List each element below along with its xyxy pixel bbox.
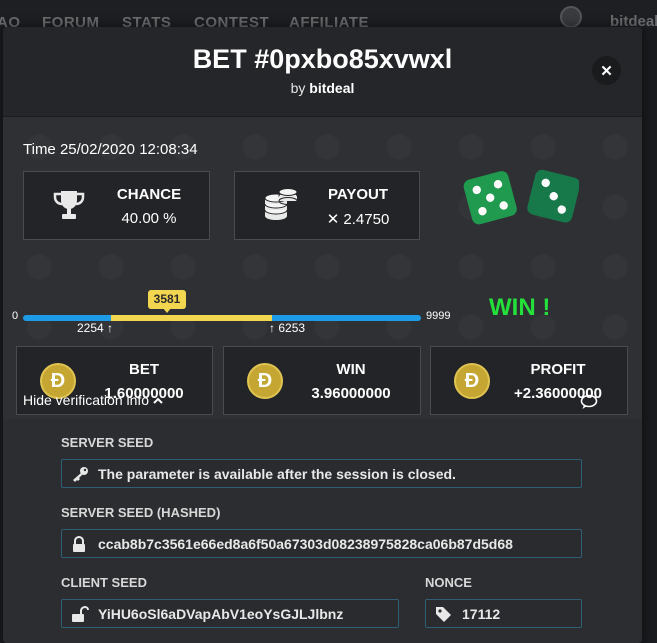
- verification-panel: SERVER SEED The parameter is available a…: [3, 419, 642, 643]
- modal-subtitle: by bitdeal: [3, 80, 642, 96]
- tag-icon: [435, 606, 452, 627]
- nonce-field[interactable]: 17112: [425, 599, 582, 628]
- profit-value: +2.36000000: [513, 385, 602, 402]
- bet-result: WIN !: [489, 294, 551, 321]
- lock-icon: [71, 535, 87, 557]
- range-win-zone: [111, 315, 272, 321]
- range-low-value: 2254: [77, 321, 104, 335]
- user-avatar[interactable]: [560, 6, 582, 28]
- win-label: WIN: [336, 361, 366, 378]
- by-prefix: by: [290, 80, 306, 96]
- bet-label: BET: [129, 361, 159, 378]
- nonce-value: 17112: [462, 606, 501, 622]
- doge-coin-icon: Ð: [454, 363, 490, 399]
- nonce-label: NONCE: [425, 575, 472, 590]
- time-value: 25/02/2020 12:08:34: [59, 141, 198, 158]
- chevron-up-icon: [153, 392, 163, 408]
- chance-value: 40.00 %: [121, 210, 177, 227]
- dice-icon: [459, 163, 581, 238]
- range-max: 9999: [426, 310, 451, 322]
- payout-box: PAYOUT ✕ 2.4750: [234, 171, 420, 240]
- profit-amount-box: Ð PROFIT +2.36000000: [430, 346, 628, 415]
- modal-title: BET #0pxbo85xvwxl: [192, 44, 453, 74]
- bet-summary: Time 25/02/2020 12:08:34 CHANCE 40.00 %: [3, 117, 642, 419]
- bet-author[interactable]: bitdeal: [309, 80, 354, 96]
- site-nav: AO FORUM STATS CONTEST AFFILIATE bitdeal: [0, 0, 657, 31]
- range-high-marker: ↑ 6253: [269, 321, 305, 335]
- client-seed-field[interactable]: YiHU6oSl6aDVapAbV1eoYsGJLJlbnz: [61, 599, 399, 628]
- close-button[interactable]: ✕: [592, 56, 621, 85]
- chance-label: CHANCE: [116, 186, 182, 203]
- server-seed-field[interactable]: The parameter is available after the ses…: [61, 459, 582, 488]
- unlock-icon: [71, 605, 89, 627]
- server-seed-hashed-label: SERVER SEED (HASHED): [61, 505, 221, 520]
- range-low-marker: 2254 ↑: [77, 321, 113, 335]
- close-icon: ✕: [600, 62, 613, 80]
- coins-icon: [262, 186, 300, 229]
- server-seed-hashed-field[interactable]: ccab8b7c3561e66ed8a6f50a67303d0823897582…: [61, 529, 582, 558]
- chat-icon[interactable]: [580, 394, 598, 415]
- range-high-value: 6253: [278, 321, 306, 335]
- modal-header: BET #0pxbo85xvwxl by bitdeal ✕: [3, 27, 642, 117]
- key-icon: [71, 466, 89, 487]
- hide-verification-toggle[interactable]: Hide verification info: [23, 392, 163, 408]
- payout-label: PAYOUT: [327, 186, 388, 203]
- server-seed-value: The parameter is available after the ses…: [98, 466, 456, 482]
- server-seed-hashed-value: ccab8b7c3561e66ed8a6f50a67303d0823897582…: [98, 536, 513, 552]
- payout-value: ✕ 2.4750: [326, 211, 390, 228]
- client-seed-value: YiHU6oSl6aDVapAbV1eoYsGJLJlbnz: [98, 606, 344, 622]
- hide-verification-label: Hide verification info: [23, 392, 150, 408]
- range-min: 0: [12, 310, 19, 322]
- bet-details-modal: BET #0pxbo85xvwxl by bitdeal ✕ Time 25/0…: [3, 27, 642, 643]
- arrow-up-icon: ↑: [107, 321, 114, 335]
- profit-label: PROFIT: [530, 361, 586, 378]
- trophy-icon: [51, 187, 87, 228]
- chance-box: CHANCE 40.00 %: [23, 171, 210, 240]
- doge-coin-icon: Ð: [247, 363, 283, 399]
- win-value: 3.96000000: [311, 385, 391, 402]
- arrow-up-icon: ↑: [269, 321, 275, 335]
- win-amount-box: Ð WIN 3.96000000: [223, 346, 421, 415]
- client-seed-label: CLIENT SEED: [61, 575, 147, 590]
- roll-result-badge: 3581: [148, 290, 186, 313]
- bet-time: Time 25/02/2020 12:08:34: [23, 141, 198, 158]
- server-seed-label: SERVER SEED: [61, 435, 154, 450]
- time-label: Time: [23, 141, 56, 158]
